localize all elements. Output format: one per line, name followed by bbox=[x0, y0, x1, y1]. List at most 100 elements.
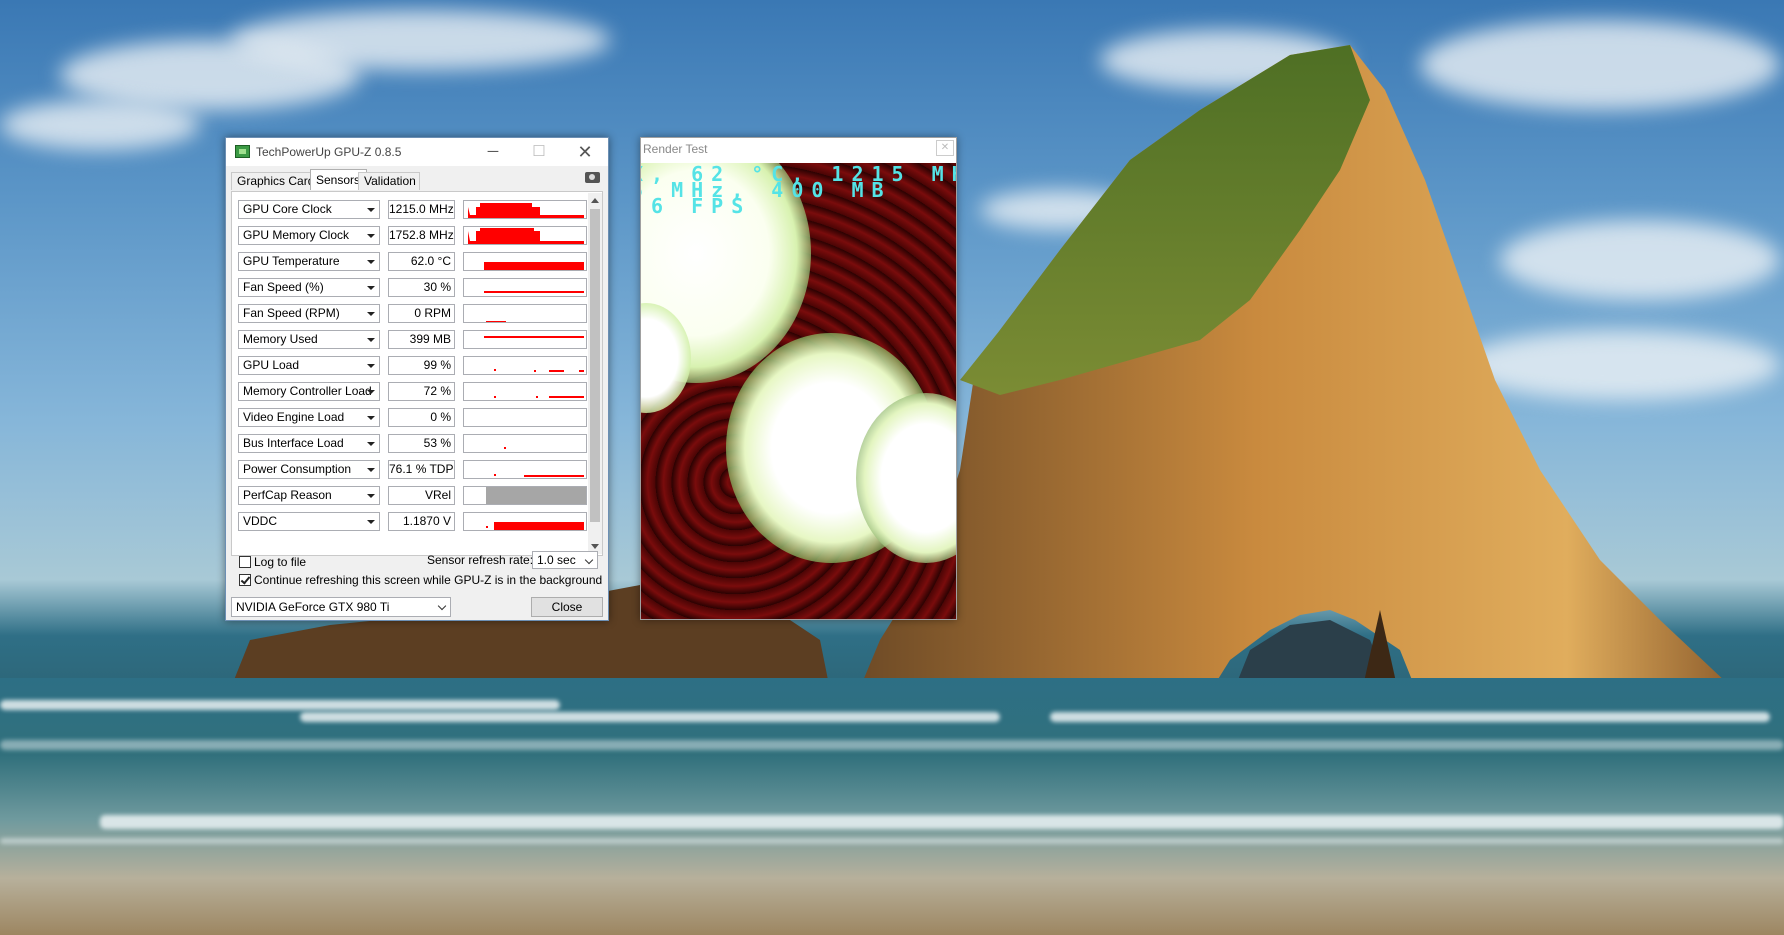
sensor-name: GPU Load bbox=[243, 358, 300, 372]
render-test-title: Render Test bbox=[643, 142, 708, 156]
sensor-select[interactable]: GPU Memory Clock bbox=[238, 226, 380, 245]
sensor-name: Memory Used bbox=[243, 332, 318, 346]
dropdown-arrow-icon bbox=[367, 468, 375, 472]
dropdown-arrow-icon bbox=[367, 338, 375, 342]
sensor-select[interactable]: GPU Load bbox=[238, 356, 380, 375]
sensor-name: VDDC bbox=[243, 514, 278, 528]
sensor-graph bbox=[463, 408, 587, 427]
sensor-graph bbox=[463, 304, 587, 323]
dropdown-arrow-icon bbox=[367, 286, 375, 290]
sensor-graph bbox=[463, 460, 587, 479]
sensor-row: Memory Controller Load 72 % bbox=[238, 382, 588, 403]
sensor-name: GPU Temperature bbox=[243, 254, 340, 268]
sensor-row: Memory Used 399 MB bbox=[238, 330, 588, 351]
sensor-select[interactable]: GPU Temperature bbox=[238, 252, 380, 271]
sensor-graph bbox=[463, 226, 587, 245]
sensor-graph bbox=[463, 434, 587, 453]
sensor-row: Fan Speed (RPM) 0 RPM bbox=[238, 304, 588, 325]
sensor-graph bbox=[463, 278, 587, 297]
sensor-value: 1215.0 MHz bbox=[388, 200, 455, 219]
sensor-select[interactable]: Video Engine Load bbox=[238, 408, 380, 427]
sensor-value: 99 % bbox=[388, 356, 455, 375]
sensor-select[interactable]: PerfCap Reason bbox=[238, 486, 380, 505]
sensor-value: 72 % bbox=[388, 382, 455, 401]
sensor-name: Video Engine Load bbox=[243, 410, 345, 424]
sensor-graph bbox=[463, 252, 587, 271]
sensor-name: GPU Core Clock bbox=[243, 202, 332, 216]
continue-refresh-checkbox[interactable] bbox=[239, 574, 251, 586]
minimize-button[interactable]: ─ bbox=[470, 138, 516, 166]
sensor-row: GPU Core Clock 1215.0 MHz bbox=[238, 200, 588, 221]
sensor-value: 53 % bbox=[388, 434, 455, 453]
sensor-value: 0 RPM bbox=[388, 304, 455, 323]
sensor-row: VDDC 1.1870 V bbox=[238, 512, 588, 533]
dropdown-arrow-icon bbox=[367, 234, 375, 238]
sensor-select[interactable]: Memory Used bbox=[238, 330, 380, 349]
render-test-close-button[interactable]: ✕ bbox=[936, 140, 954, 156]
gpuz-titlebar[interactable]: TechPowerUp GPU-Z 0.8.5 ─ ☐ ✕ bbox=[226, 138, 608, 166]
continue-refresh-label: Continue refreshing this screen while GP… bbox=[254, 573, 603, 587]
sensor-row: Bus Interface Load 53 % bbox=[238, 434, 588, 455]
scrollbar-thumb[interactable] bbox=[590, 209, 600, 522]
gpuz-app-icon bbox=[235, 145, 250, 158]
gpuz-window: TechPowerUp GPU-Z 0.8.5 ─ ☐ ✕ Graphics C… bbox=[225, 137, 609, 621]
tab-validation[interactable]: Validation bbox=[358, 172, 420, 190]
sensor-select[interactable]: Fan Speed (RPM) bbox=[238, 304, 380, 323]
log-to-file-label: Log to file bbox=[254, 555, 307, 569]
window-title: TechPowerUp GPU-Z 0.8.5 bbox=[256, 145, 402, 159]
close-button[interactable]: Close bbox=[531, 597, 603, 617]
sensor-select[interactable]: Bus Interface Load bbox=[238, 434, 380, 453]
scroll-down-icon[interactable] bbox=[591, 544, 599, 549]
dropdown-arrow-icon bbox=[367, 260, 375, 264]
sensor-value: 76.1 % TDP bbox=[388, 460, 455, 479]
sensor-value: 399 MB bbox=[388, 330, 455, 349]
dropdown-arrow-icon bbox=[367, 442, 375, 446]
dropdown-arrow-icon bbox=[367, 520, 375, 524]
render-test-window: Render Test ✕ X, 62 °C, 1215 MHz 5 MHz, … bbox=[640, 137, 957, 620]
sensor-select[interactable]: VDDC bbox=[238, 512, 380, 531]
sensor-value: 1752.8 MHz bbox=[388, 226, 455, 245]
sensor-value: 1.1870 V bbox=[388, 512, 455, 531]
sensors-panel: GPU Core Clock 1215.0 MHz GPU Memory Clock… bbox=[231, 191, 603, 556]
sensors-scrollbar[interactable] bbox=[588, 193, 602, 554]
refresh-rate-select[interactable]: 1.0 sec bbox=[532, 551, 598, 569]
log-to-file-checkbox[interactable] bbox=[239, 556, 251, 568]
sensor-value: 30 % bbox=[388, 278, 455, 297]
sensor-value: 0 % bbox=[388, 408, 455, 427]
sensor-name: Power Consumption bbox=[243, 462, 352, 476]
sensor-name: Bus Interface Load bbox=[243, 436, 344, 450]
dropdown-arrow-icon bbox=[367, 312, 375, 316]
sensor-name: GPU Memory Clock bbox=[243, 228, 350, 242]
device-select[interactable]: NVIDIA GeForce GTX 980 Ti bbox=[231, 597, 451, 617]
refresh-rate-label: Sensor refresh rate: bbox=[427, 553, 534, 567]
chevron-down-icon bbox=[437, 601, 447, 611]
sensor-select[interactable]: Power Consumption bbox=[238, 460, 380, 479]
sensor-graph bbox=[463, 356, 587, 375]
scroll-up-icon[interactable] bbox=[591, 198, 599, 203]
sensor-value: VRel bbox=[388, 486, 455, 505]
camera-icon[interactable] bbox=[585, 172, 600, 183]
dropdown-arrow-icon bbox=[367, 364, 375, 368]
sensor-graph bbox=[463, 200, 587, 219]
sensor-select[interactable]: Memory Controller Load bbox=[238, 382, 380, 401]
sensor-name: PerfCap Reason bbox=[243, 488, 332, 502]
refresh-rate-value: 1.0 sec bbox=[537, 553, 576, 567]
sensor-row: PerfCap Reason VRel bbox=[238, 486, 588, 507]
sensor-name: Fan Speed (RPM) bbox=[243, 306, 340, 320]
tab-graphics-card[interactable]: Graphics Card bbox=[231, 172, 319, 190]
sensor-row: Power Consumption 76.1 % TDP bbox=[238, 460, 588, 481]
maximize-button[interactable]: ☐ bbox=[516, 138, 562, 166]
dropdown-arrow-icon bbox=[367, 390, 375, 394]
sensor-value: 62.0 °C bbox=[388, 252, 455, 271]
dropdown-arrow-icon bbox=[367, 416, 375, 420]
close-window-button[interactable]: ✕ bbox=[562, 138, 608, 166]
continue-refresh-option[interactable]: Continue refreshing this screen while GP… bbox=[239, 573, 602, 587]
device-name: NVIDIA GeForce GTX 980 Ti bbox=[236, 600, 390, 614]
render-overlay-line: .6 FPS bbox=[641, 194, 752, 218]
sensor-select[interactable]: GPU Core Clock bbox=[238, 200, 380, 219]
sensor-graph bbox=[463, 330, 587, 349]
sensor-graph bbox=[463, 512, 587, 531]
sensor-select[interactable]: Fan Speed (%) bbox=[238, 278, 380, 297]
dropdown-arrow-icon bbox=[367, 208, 375, 212]
log-to-file-option[interactable]: Log to file bbox=[239, 555, 306, 569]
